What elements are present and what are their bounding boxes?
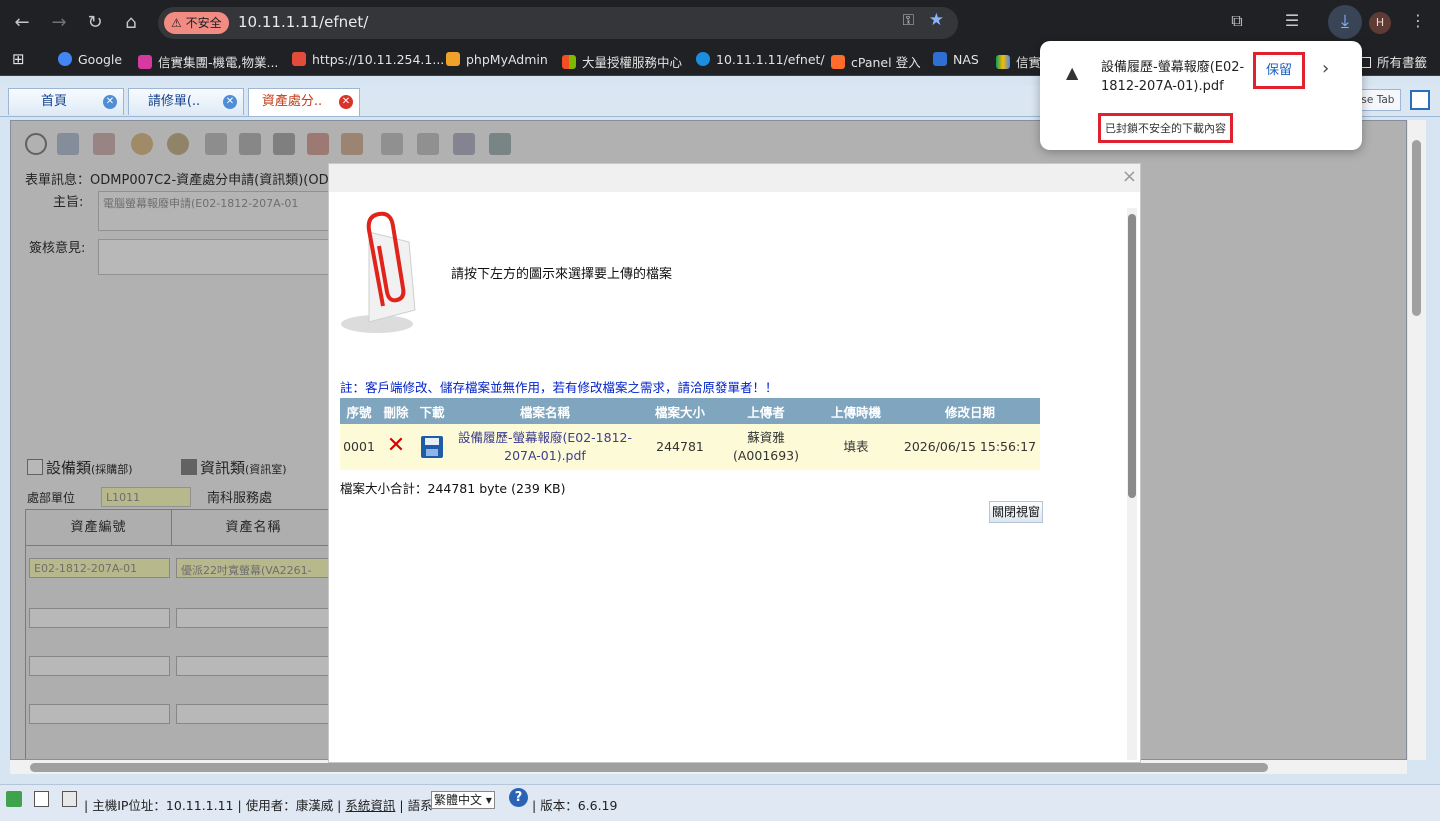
- tab-close-icon[interactable]: ✕: [103, 95, 117, 109]
- reading-list-icon[interactable]: ☰: [1280, 11, 1304, 30]
- col-uploader: 上傳者: [720, 398, 812, 424]
- delete-x-icon[interactable]: ✕: [387, 433, 405, 458]
- upload-prompt: 請按下左方的圖示來選擇要上傳的檔案: [451, 267, 673, 282]
- download-blocked-status: 已封鎖不安全的下載內容: [1098, 113, 1233, 143]
- size-total: 檔案大小合計：244781 byte (239 KB): [340, 481, 566, 496]
- url-text[interactable]: 10.11.1.11/efnet/: [238, 13, 368, 31]
- layout-grid-icon[interactable]: [1410, 90, 1430, 110]
- version-info: 版本：6.6.19: [540, 798, 618, 813]
- row-modified: 2026/06/15 15:56:17: [900, 424, 1040, 470]
- floppy-disk-icon[interactable]: [421, 436, 443, 458]
- tab-close-icon[interactable]: ✕: [223, 95, 237, 109]
- bookmark-label: NAS: [953, 52, 979, 67]
- col-filename: 檔案名稱: [450, 398, 640, 424]
- browser-toolbar: ← → ↻ ⌂ ⚠ 不安全 10.11.1.11/efnet/ ⚿ ★ ⧉ ☰ …: [0, 0, 1440, 46]
- col-seq: 序號: [340, 398, 378, 424]
- row-filename-link[interactable]: 設備履歷-螢幕報廢(E02-1812-207A-01).pdf: [450, 424, 640, 470]
- download-filename: 設備履歷-螢幕報廢(E02-1812-207A-01).pdf: [1101, 60, 1245, 94]
- chevron-right-icon[interactable]: ›: [1322, 58, 1329, 79]
- extensions-icon[interactable]: ⧉: [1225, 11, 1249, 31]
- col-delete: 刪除: [378, 398, 414, 424]
- col-download: 下載: [414, 398, 450, 424]
- table-header-row: 序號 刪除 下載 檔案名稱 檔案大小 上傳者 上傳時機 修改日期: [340, 398, 1040, 424]
- home-icon[interactable]: ⌂: [119, 11, 143, 35]
- scroll-thumb[interactable]: [30, 763, 1268, 772]
- bookmark-star-icon[interactable]: ★: [929, 10, 944, 30]
- all-bookmarks[interactable]: 所有書籤: [1360, 52, 1427, 71]
- bookmark-https[interactable]: https://10.11.254.1...: [292, 52, 444, 67]
- bookmark-nas[interactable]: NAS: [933, 52, 979, 67]
- page-vertical-scrollbar[interactable]: [1408, 120, 1426, 760]
- apps-grid-icon[interactable]: ⊞: [12, 50, 25, 68]
- col-size: 檔案大小: [640, 398, 720, 424]
- dialog-scrollbar[interactable]: [1127, 208, 1137, 760]
- bookmark-label: 10.11.1.11/efnet/: [716, 52, 825, 67]
- refresh-status-icon[interactable]: [6, 791, 22, 807]
- user-info: 使用者：康漢威: [245, 798, 334, 813]
- help-icon[interactable]: ?: [509, 788, 528, 807]
- keep-button[interactable]: 保留: [1253, 52, 1305, 89]
- language-select[interactable]: 繁體中文 ▾: [431, 791, 495, 809]
- sysinfo-link[interactable]: 系統資訊: [345, 798, 395, 813]
- row-seq: 0001: [340, 424, 378, 470]
- delete-button[interactable]: ✕: [378, 424, 414, 470]
- forward-icon[interactable]: →: [47, 11, 71, 35]
- menu-icon[interactable]: ⋮: [1406, 11, 1430, 30]
- dialog-titlebar: ×: [329, 164, 1140, 192]
- row-timing: 填表: [812, 424, 900, 470]
- bookmark-label: 信實: [1016, 55, 1042, 70]
- tab-home[interactable]: 首頁 ✕: [8, 88, 124, 115]
- bookmark-efnet[interactable]: 10.11.1.11/efnet/: [696, 52, 825, 67]
- col-modified: 修改日期: [900, 398, 1040, 424]
- insecure-badge[interactable]: ⚠ 不安全: [164, 12, 229, 34]
- password-key-icon[interactable]: ⚿: [903, 11, 914, 29]
- tab-asset-disposal[interactable]: 資產處分.. ✕: [248, 88, 360, 116]
- avatar[interactable]: H: [1369, 12, 1391, 34]
- bookmark-label: https://10.11.254.1...: [312, 52, 445, 67]
- table-row: 0001 ✕ 設備履歷-螢幕報廢(E02-1812-207A-01).pdf 2…: [340, 424, 1040, 470]
- attachment-table: 序號 刪除 下載 檔案名稱 檔案大小 上傳者 上傳時機 修改日期 0001 ✕ …: [340, 398, 1040, 470]
- status-bar: | 主機IP位址：10.11.1.11 | 使用者：康漢威 | 系統資訊 | 語…: [0, 784, 1440, 821]
- address-bar[interactable]: ⚠ 不安全 10.11.1.11/efnet/ ⚿ ★: [158, 7, 958, 39]
- dialog-close-icon[interactable]: ×: [1122, 166, 1137, 187]
- client-note: 註：客戶端修改、儲存檔案並無作用，若有修改檔案之需求，請洽原發單者！！: [340, 380, 778, 395]
- lang-label: 語系: [407, 798, 433, 813]
- bookmark-label: 信實集團-機電,物業...: [158, 55, 279, 70]
- bookmark-drive[interactable]: 信實: [996, 52, 1041, 71]
- bookmark-licensing[interactable]: 大量授權服務中心: [562, 52, 682, 71]
- insecure-label: 不安全: [185, 16, 222, 30]
- panel-icon[interactable]: [62, 791, 77, 807]
- close-window-button[interactable]: 關閉視窗: [989, 501, 1044, 523]
- download-button[interactable]: [414, 424, 450, 470]
- paperclip-upload-icon[interactable]: [339, 210, 423, 334]
- bookmark-google[interactable]: Google: [58, 52, 122, 67]
- warning-icon: ▲: [1066, 63, 1079, 82]
- row-size: 244781: [640, 424, 720, 470]
- host-ip: 主機IP位址：10.11.1.11: [92, 798, 234, 813]
- language-value: 繁體中文: [434, 793, 483, 807]
- col-timing: 上傳時機: [812, 398, 900, 424]
- notes-icon[interactable]: [34, 791, 49, 807]
- row-uploader: 蘇資雅(A001693): [720, 424, 812, 470]
- upload-dialog: × 請按下左方的圖示來選擇要上傳的檔案 註：客戶端修改、儲存檔案並無作用，若有修…: [328, 163, 1141, 763]
- all-bookmarks-label: 所有書籤: [1377, 55, 1428, 70]
- bookmark-label: Google: [78, 52, 123, 67]
- tab-repair[interactable]: 請修單(.. ✕: [128, 88, 244, 115]
- reload-icon[interactable]: ↻: [83, 11, 107, 35]
- download-bubble: ▲ 設備履歷-螢幕報廢(E02-1812-207A-01).pdf 已封鎖不安全…: [1040, 41, 1362, 150]
- bookmark-cpanel[interactable]: cPanel 登入: [831, 52, 921, 71]
- bookmark-shinshih[interactable]: 信實集團-機電,物業...: [138, 52, 278, 71]
- tab-close-icon[interactable]: ✕: [339, 95, 353, 109]
- bookmark-label: cPanel 登入: [851, 55, 921, 70]
- bookmark-label: phpMyAdmin: [466, 52, 548, 67]
- download-icon[interactable]: ⤓: [1328, 5, 1362, 39]
- scroll-thumb[interactable]: [1412, 140, 1421, 316]
- bookmark-phpmyadmin[interactable]: phpMyAdmin: [446, 52, 548, 67]
- bookmark-label: 大量授權服務中心: [582, 55, 683, 70]
- back-icon[interactable]: ←: [10, 11, 34, 35]
- scroll-thumb[interactable]: [1128, 214, 1136, 498]
